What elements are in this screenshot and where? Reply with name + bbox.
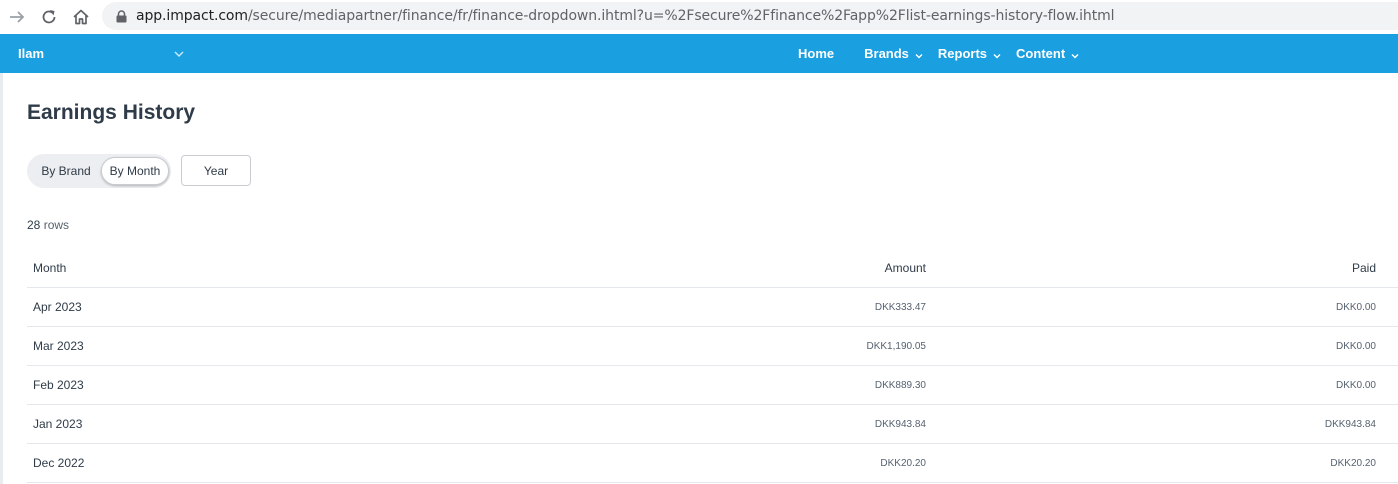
year-button[interactable]: Year xyxy=(181,155,251,186)
paid-cell: DKK20.20 xyxy=(1330,457,1376,469)
nav-home[interactable]: Home xyxy=(798,46,834,61)
url-text: app.impact.com/secure/mediapartner/finan… xyxy=(136,8,1115,24)
app-header: Ilam Home Brands Reports Content xyxy=(0,34,1398,73)
amount-cell: DKK889.30 xyxy=(874,379,926,391)
paid-cell: DKK0.00 xyxy=(1335,379,1376,391)
browser-toolbar: app.impact.com/secure/mediapartner/finan… xyxy=(0,0,1398,34)
table-row: Apr 2023 DKK333.47 DKK0.00 xyxy=(27,288,1398,327)
paid-cell: DKK0.00 xyxy=(1335,301,1376,313)
nav-brands-label: Brands xyxy=(864,46,909,61)
row-count-number: 28 xyxy=(27,218,41,232)
month-cell: Dec 2022 xyxy=(33,456,85,470)
chevron-down-icon xyxy=(1070,49,1080,59)
view-toggle: By Brand By Month xyxy=(27,154,171,188)
nav-home-label: Home xyxy=(798,46,835,61)
chevron-down-icon xyxy=(914,49,924,59)
table-row: Jan 2023 DKK943.84 DKK943.84 xyxy=(27,405,1398,444)
chevron-down-icon xyxy=(992,49,1002,59)
address-bar[interactable]: app.impact.com/secure/mediapartner/finan… xyxy=(102,2,1398,30)
month-cell: Jan 2023 xyxy=(33,417,83,431)
lock-icon xyxy=(114,9,128,23)
url-host: app.impact.com xyxy=(136,8,248,24)
nav-content[interactable]: Content xyxy=(1016,46,1080,61)
amount-cell: DKK20.20 xyxy=(880,457,926,469)
amount-cell: DKK333.47 xyxy=(874,301,926,313)
forward-arrow-icon[interactable] xyxy=(5,5,29,29)
table-header-row: Month Amount Paid xyxy=(27,248,1398,288)
by-brand-option[interactable]: By Brand xyxy=(31,157,101,185)
amount-cell: DKK943.84 xyxy=(874,418,926,430)
main-nav: Home Brands Reports Content xyxy=(798,34,1080,73)
month-cell: Mar 2023 xyxy=(33,339,84,353)
account-switcher[interactable]: Ilam xyxy=(18,34,44,73)
nav-brands[interactable]: Brands xyxy=(864,46,924,61)
nav-content-label: Content xyxy=(1016,46,1066,61)
left-border xyxy=(0,73,3,484)
column-header-paid[interactable]: Paid xyxy=(1352,261,1376,275)
url-path: /secure/mediapartner/finance/fr/finance-… xyxy=(247,8,1115,24)
row-count: 28 rows xyxy=(27,218,69,232)
column-header-amount[interactable]: Amount xyxy=(885,261,926,275)
home-icon[interactable] xyxy=(69,5,93,29)
table-row: Feb 2023 DKK889.30 DKK0.00 xyxy=(27,366,1398,405)
table-row: Dec 2022 DKK20.20 DKK20.20 xyxy=(27,444,1398,483)
column-header-month[interactable]: Month xyxy=(33,261,66,275)
nav-reports[interactable]: Reports xyxy=(938,46,1002,61)
reload-icon[interactable] xyxy=(37,5,61,29)
paid-cell: DKK943.84 xyxy=(1324,418,1376,430)
by-month-option[interactable]: By Month xyxy=(101,157,169,185)
amount-cell: DKK1,190.05 xyxy=(866,340,927,352)
row-count-suffix: rows xyxy=(43,218,70,232)
account-name: Ilam xyxy=(18,46,45,61)
paid-cell: DKK0.00 xyxy=(1335,340,1376,352)
earnings-table: Month Amount Paid Apr 2023 DKK333.47 DKK… xyxy=(27,248,1398,483)
month-cell: Apr 2023 xyxy=(33,300,82,314)
table-row: Mar 2023 DKK1,190.05 DKK0.00 xyxy=(27,327,1398,366)
month-cell: Feb 2023 xyxy=(33,378,84,392)
page-title: Earnings History xyxy=(27,101,196,124)
nav-reports-label: Reports xyxy=(937,46,988,61)
chevron-down-icon[interactable] xyxy=(172,47,186,61)
